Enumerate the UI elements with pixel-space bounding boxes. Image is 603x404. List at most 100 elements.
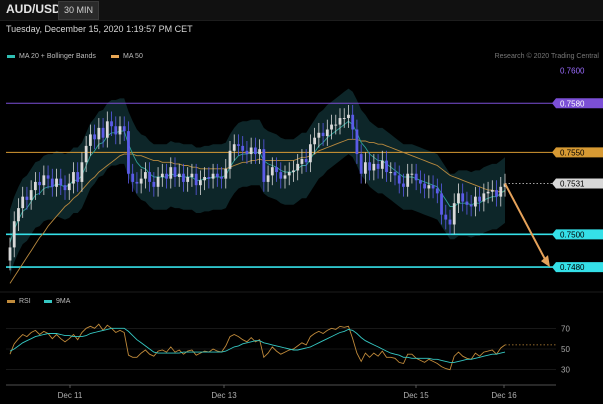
candle-body [105,121,109,138]
candle-body [363,162,367,174]
candle-body [325,129,329,137]
candle-body [207,177,211,179]
candle-body [29,190,33,200]
candle-body [55,178,58,187]
rsi-axis-label: 70 [561,324,570,333]
candle-body [292,170,295,173]
candle-body [241,145,245,151]
candle-body [338,118,342,125]
candle-body [469,204,473,207]
candle-body [355,129,359,155]
candle-body [21,196,25,209]
candle-body [33,181,37,191]
candle-body [110,121,113,127]
candle-body [67,183,71,191]
candle-body [376,163,380,169]
forecast-arrow-head [541,255,550,268]
candle-body [127,131,130,174]
candle-body [25,196,29,200]
candle-body [478,196,482,202]
time-axis-label: Dec 16 [491,391,517,400]
candle-body [220,177,223,179]
candle-body [118,126,122,135]
candle-body [152,181,156,187]
candle-body [169,167,173,179]
candle-body [380,160,384,169]
candle-body [321,132,325,137]
rsi-9ma-line [9,327,506,363]
candle-body [440,193,443,215]
candle-body [431,185,435,189]
time-axis-label: Dec 13 [211,391,237,400]
candle-body [215,173,219,177]
candle-body [452,203,456,225]
candle-body [97,127,101,140]
time-axis-label: Dec 11 [58,391,83,400]
candle-body [389,172,393,174]
candle-body [114,126,118,135]
candle-body [72,172,75,184]
forecast-arrow-line [504,183,547,262]
candle-body [143,172,147,179]
candle-body [334,124,338,126]
price-chart[interactable]: 0.7600 0.7580 0.7550 0.7531 0.7500 0.7480 70 50… [0,0,603,404]
price-axis-label: 0.7600 [560,67,585,76]
rsi-line [9,323,506,371]
price-axis-label: 0.7550 [560,148,585,157]
candle-body [313,137,317,145]
candle-body [270,167,274,176]
candle-body [418,180,422,184]
candle-body [258,149,262,155]
candle-body [122,126,126,132]
candle-body [482,193,486,202]
candle-body [275,167,278,173]
candle-body [287,172,291,176]
candle-body [186,177,190,182]
candle-body [198,180,202,186]
candle-body [427,185,431,189]
candle-body [8,247,12,261]
candle-body [80,162,84,182]
candle-body [156,177,160,187]
candle-body [317,132,321,138]
candle-body [330,124,333,130]
candle-body [12,221,16,248]
candle-body [368,162,372,171]
price-axis-label: 0.7480 [560,263,585,272]
candle-body [359,154,363,174]
candle-body [342,118,346,120]
candle-body [38,181,42,186]
candle-body [262,149,266,182]
candle-body [283,175,287,179]
candle-body [17,208,20,222]
candle-body [50,178,54,187]
candle-body [93,134,97,140]
candle-body [296,163,300,171]
candle-body [351,114,355,130]
price-axis-label: 0.7580 [560,99,585,108]
rsi-axis-label: 30 [561,366,570,375]
candle-body [347,114,350,119]
candle-body [457,193,460,204]
candle-body [84,145,88,163]
candle-body [397,175,401,184]
candle-body [211,173,215,179]
candle-body [304,158,308,163]
candle-body [237,144,240,146]
candle-body [490,190,494,192]
candle-body [232,144,236,151]
candle-body [59,178,63,186]
candle-body [393,172,397,176]
candle-body [253,147,257,155]
candle-body [279,172,283,179]
candle-body [435,188,439,194]
candle-body [139,178,143,184]
candle-body [414,173,418,181]
candle-body [486,191,490,194]
candle-body [131,173,135,182]
candle-body [245,150,249,155]
candle-body [249,147,253,155]
candle-body [177,173,181,177]
candle-body [203,177,207,181]
candle-body [101,127,105,138]
